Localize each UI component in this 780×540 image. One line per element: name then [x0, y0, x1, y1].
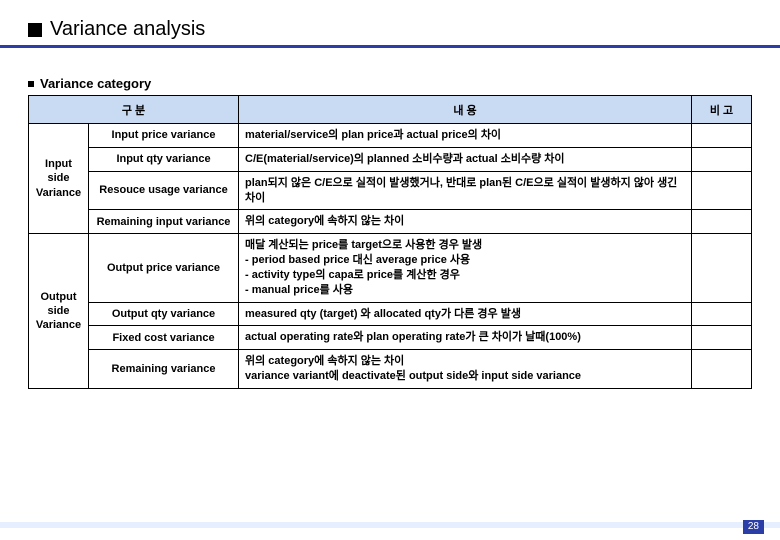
- row-desc: C/E(material/service)의 planned 소비수량과 act…: [239, 147, 692, 171]
- row-note: [692, 302, 752, 326]
- row-label: Input price variance: [89, 124, 239, 148]
- square-bullet-icon: [28, 23, 42, 37]
- header-note: 비 고: [692, 96, 752, 124]
- header-category: 구 분: [29, 96, 239, 124]
- header-description: 내 용: [239, 96, 692, 124]
- table-header-row: 구 분 내 용 비 고: [29, 96, 752, 124]
- row-label: Output price variance: [89, 234, 239, 302]
- row-desc: actual operating rate와 plan operating ra…: [239, 326, 692, 350]
- slide: Variance analysis Variance category 구 분 …: [0, 0, 780, 540]
- slide-title: Variance analysis: [50, 18, 205, 41]
- row-desc: plan되지 않은 C/E으로 실적이 발생했거나, 반대로 plan된 C/E…: [239, 171, 692, 210]
- title-row: Variance analysis: [28, 18, 752, 41]
- group-output-side: OutputsideVariance: [29, 234, 89, 389]
- row-label: Fixed cost variance: [89, 326, 239, 350]
- row-note: [692, 234, 752, 302]
- table-row: Remaining input variance 위의 category에 속하…: [29, 210, 752, 234]
- row-note: [692, 124, 752, 148]
- row-desc: 위의 category에 속하지 않는 차이: [239, 210, 692, 234]
- table-row: Output qty variance measured qty (target…: [29, 302, 752, 326]
- table-row: OutputsideVariance Output price variance…: [29, 234, 752, 302]
- table-row: Fixed cost variance actual operating rat…: [29, 326, 752, 350]
- table-row: Remaining variance 위의 category에 속하지 않는 차…: [29, 350, 752, 389]
- row-note: [692, 210, 752, 234]
- table-row: Resouce usage variance plan되지 않은 C/E으로 실…: [29, 171, 752, 210]
- row-desc: 매달 계산되는 price를 target으로 사용한 경우 발생 - peri…: [239, 234, 692, 302]
- row-label: Input qty variance: [89, 147, 239, 171]
- row-label: Remaining input variance: [89, 210, 239, 234]
- row-label: Resouce usage variance: [89, 171, 239, 210]
- table-row: Input sideVariance Input price variance …: [29, 124, 752, 148]
- subhead-text: Variance category: [40, 76, 151, 91]
- page-number: 28: [743, 520, 764, 534]
- table-row: Input qty variance C/E(material/service)…: [29, 147, 752, 171]
- row-note: [692, 147, 752, 171]
- row-label: Remaining variance: [89, 350, 239, 389]
- subhead-row: Variance category: [28, 76, 752, 91]
- row-desc: 위의 category에 속하지 않는 차이variance variant에 …: [239, 350, 692, 389]
- row-note: [692, 350, 752, 389]
- row-note: [692, 326, 752, 350]
- row-label: Output qty variance: [89, 302, 239, 326]
- title-underline: [0, 45, 780, 48]
- variance-table: 구 분 내 용 비 고 Input sideVariance Input pri…: [28, 95, 752, 389]
- row-note: [692, 171, 752, 210]
- footer-bar: [0, 522, 780, 528]
- row-desc: material/service의 plan price과 actual pri…: [239, 124, 692, 148]
- row-desc: measured qty (target) 와 allocated qty가 다…: [239, 302, 692, 326]
- group-input-side: Input sideVariance: [29, 124, 89, 234]
- dot-bullet-icon: [28, 81, 34, 87]
